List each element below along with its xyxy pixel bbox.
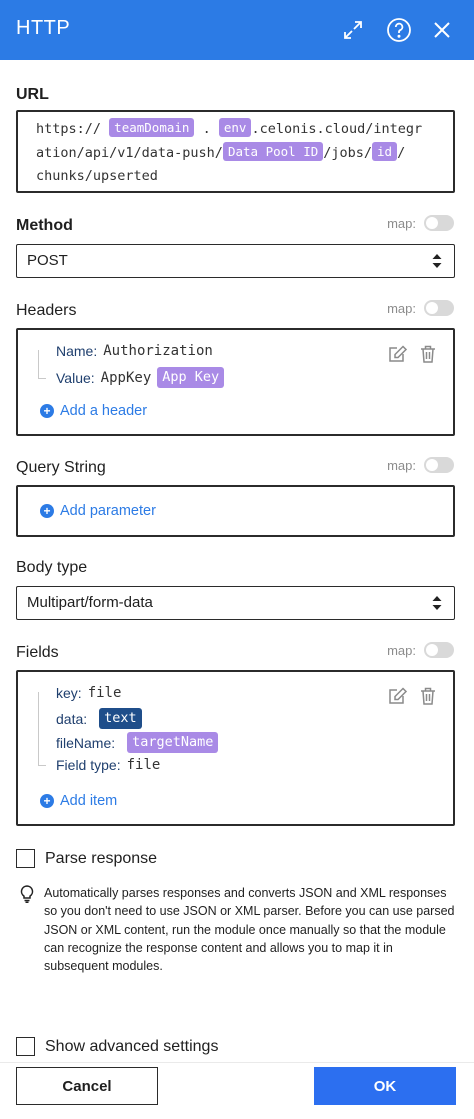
field-type-row: Field type: file: [56, 757, 160, 773]
map-label: map:: [387, 457, 416, 473]
plus-circle-icon: +: [40, 404, 54, 418]
headers-box: Name: Authorization Value: AppKey App Ke…: [16, 328, 455, 436]
url-pill-data-pool-id[interactable]: Data Pool ID: [222, 141, 324, 161]
url-label: URL: [16, 86, 49, 103]
field-key-key: key:: [56, 685, 82, 701]
header-value-key: Value:: [56, 369, 95, 386]
body-type-label: Body type: [16, 559, 88, 576]
advanced-settings-label: Show advanced settings: [45, 1037, 219, 1055]
trash-icon[interactable]: [420, 345, 436, 368]
lightbulb-icon: [20, 885, 34, 908]
cancel-button[interactable]: Cancel: [16, 1067, 158, 1105]
body-type-select[interactable]: Multipart/form-data: [16, 586, 455, 620]
url-pill-env[interactable]: env: [218, 118, 252, 137]
advanced-settings-checkbox[interactable]: [16, 1037, 35, 1056]
method-map-toggle[interactable]: map:: [387, 215, 454, 231]
modal-header: HTTP: [0, 0, 474, 60]
field-key-row: key: file: [56, 685, 121, 701]
url-text: chunks/upserted: [36, 168, 158, 184]
map-label: map:: [387, 215, 416, 231]
method-value: POST: [27, 252, 68, 269]
add-item-label: Add item: [60, 793, 118, 809]
tree-line: [38, 692, 39, 766]
modal-title: HTTP: [16, 17, 71, 39]
plus-circle-icon: +: [40, 504, 54, 518]
sort-caret-icon: [432, 596, 442, 614]
url-line-3: chunks/upserted: [36, 165, 435, 189]
header-name-row: Name: Authorization: [56, 343, 213, 359]
body-type-value: Multipart/form-data: [27, 594, 153, 611]
url-text: .celonis.cloud/integr: [251, 121, 423, 137]
url-text: ation/api/v1/data-push/: [36, 144, 223, 161]
add-header-label: Add a header: [60, 403, 148, 419]
headers-map-toggle[interactable]: map:: [387, 300, 454, 316]
header-name-value: Authorization: [103, 343, 213, 359]
add-header-button[interactable]: + Add a header: [40, 403, 147, 419]
fields-box: key: file data: text fileName: targetNam…: [16, 670, 455, 826]
url-text: .: [202, 121, 211, 137]
method-select[interactable]: POST: [16, 244, 455, 278]
footer-divider: [0, 1062, 474, 1063]
expand-icon[interactable]: [337, 14, 369, 46]
url-pill-teamdomain[interactable]: teamDomain: [109, 118, 195, 137]
edit-icon[interactable]: [388, 687, 408, 710]
method-label: Method: [16, 217, 73, 234]
fields-map-toggle[interactable]: map:: [387, 642, 454, 658]
headers-label: Headers: [16, 302, 77, 319]
tree-line: [38, 765, 46, 766]
help-icon[interactable]: [383, 14, 415, 46]
tree-line: [38, 378, 46, 379]
edit-icon[interactable]: [388, 345, 408, 368]
query-string-box: + Add parameter: [16, 485, 455, 537]
header-name-key: Name:: [56, 343, 98, 359]
parse-response-info: Automatically parses responses and conve…: [16, 884, 458, 975]
url-text: /jobs/: [323, 144, 373, 161]
url-text: /: [397, 144, 406, 161]
plus-circle-icon: +: [40, 794, 54, 808]
trash-icon[interactable]: [420, 687, 436, 710]
fields-label: Fields: [16, 644, 59, 661]
toggle-switch[interactable]: [424, 300, 454, 316]
toggle-switch[interactable]: [424, 215, 454, 231]
sort-caret-icon: [432, 254, 442, 272]
field-data-row: data: text: [56, 708, 142, 729]
field-type-value: file: [126, 757, 161, 773]
map-label: map:: [387, 642, 416, 658]
query-string-label: Query String: [16, 459, 106, 476]
add-parameter-button[interactable]: + Add parameter: [40, 503, 156, 519]
field-filename-pill[interactable]: targetName: [127, 732, 219, 753]
field-filename-row: fileName: targetName: [56, 732, 219, 753]
field-key-value: file: [87, 685, 122, 701]
ok-button[interactable]: OK: [314, 1067, 456, 1105]
url-input[interactable]: https:// teamDomain . env .celonis.cloud/…: [16, 110, 455, 193]
toggle-switch[interactable]: [424, 642, 454, 658]
parse-response-label: Parse response: [45, 849, 158, 867]
field-type-key: Field type:: [56, 757, 121, 773]
url-text: https://: [36, 121, 102, 137]
url-line-1: https:// teamDomain . env .celonis.cloud/…: [36, 118, 435, 142]
parse-response-row[interactable]: Parse response: [16, 849, 157, 868]
close-icon[interactable]: [426, 14, 458, 46]
header-value-text: AppKey: [100, 369, 152, 386]
add-parameter-label: Add parameter: [60, 503, 156, 519]
field-row-actions: [388, 687, 436, 710]
header-value-pill[interactable]: App Key: [157, 367, 225, 388]
toggle-switch[interactable]: [424, 457, 454, 473]
url-pill-id[interactable]: id: [372, 141, 398, 161]
url-line-2: ation/api/v1/data-push/Data Pool ID/jobs…: [36, 141, 435, 166]
field-filename-key: fileName:: [56, 734, 116, 751]
map-label: map:: [387, 300, 416, 316]
field-data-pill[interactable]: text: [99, 708, 142, 729]
header-value-row: Value: AppKey App Key: [56, 367, 225, 388]
query-map-toggle[interactable]: map:: [387, 457, 454, 473]
parse-response-info-text: Automatically parses responses and conve…: [44, 886, 455, 974]
tree-line: [38, 350, 39, 379]
advanced-settings-row[interactable]: Show advanced settings: [16, 1037, 218, 1056]
header-row-actions: [388, 345, 436, 368]
add-item-button[interactable]: + Add item: [40, 793, 117, 809]
field-data-key: data:: [56, 710, 88, 727]
parse-response-checkbox[interactable]: [16, 849, 35, 868]
